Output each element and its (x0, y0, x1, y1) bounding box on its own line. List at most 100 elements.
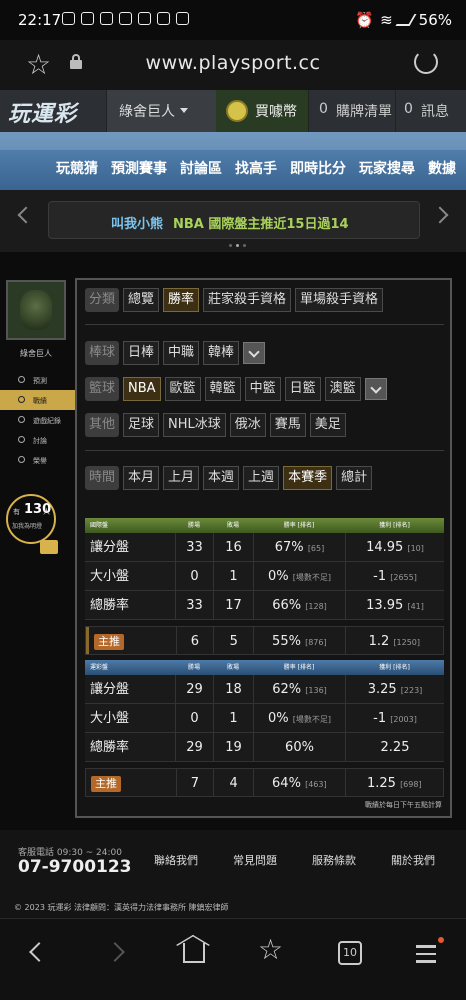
status-bar: 22:17 ⏰ ≋ 56% (0, 0, 466, 40)
forward-icon[interactable] (105, 942, 125, 962)
filter-kbo[interactable]: 韓棒 (203, 341, 240, 365)
table-row: 總勝率 29 19 60% 2.25 (85, 733, 444, 762)
back-icon[interactable] (29, 942, 49, 962)
sidebar-item-predict[interactable]: 預測 (0, 370, 76, 390)
filter-this-month[interactable]: 本月 (123, 466, 160, 490)
calc-note: 戰績於每日下午五點計算 (365, 801, 442, 809)
baseball-more-dropdown[interactable] (243, 342, 266, 364)
table-row: 讓分盤 29 18 62% [136] 3.25 [223] (85, 675, 444, 704)
filter-nbl[interactable]: 澳籃 (324, 377, 361, 401)
basketball-more-dropdown[interactable] (364, 378, 387, 400)
table-header: 國際盤 勝場 敗場 勝率 [排名] 獲利 [排名] (85, 518, 444, 533)
cart-button[interactable]: 0 購牌清單 (308, 90, 395, 132)
main-nav: 玩競猜 預測賽事 討論區 找高手 即時比分 玩家搜尋 數據 (0, 132, 466, 190)
filter-nfl[interactable]: 美足 (309, 413, 346, 437)
footer-link-faq[interactable]: 常見問題 (233, 852, 277, 868)
nav-item-experts[interactable]: 找高手 (235, 158, 277, 178)
site-logo[interactable]: 玩運彩 (8, 96, 77, 128)
filter-winrate[interactable]: 勝率 (163, 288, 200, 312)
buy-coin-button[interactable]: 買噱幣 (216, 90, 308, 132)
filter-overview[interactable]: 總覽 (123, 288, 160, 312)
footer-link-about[interactable]: 關於我們 (391, 852, 435, 868)
main-pick-badge: 主推 (94, 634, 124, 650)
signal-icon (395, 14, 417, 26)
announcement-text: NBA 國際盤主推近15日過14 (173, 217, 349, 232)
reload-icon[interactable] (414, 50, 438, 74)
stats-panel: 分類 總覽 勝率 莊家殺手資格 單場殺手資格 棒球 日棒 中職 韓棒 籃球 NB… (75, 278, 452, 818)
table-row: 大小盤 0 1 0% [場數不足] -1 [2003] (85, 704, 444, 733)
user-menu-button[interactable]: 綠舍巨人 (106, 90, 216, 132)
lock-icon (138, 12, 151, 25)
filter-total[interactable]: 總計 (336, 466, 373, 490)
cart-label: 購牌清單 (336, 104, 392, 120)
clock: 22:17 (18, 11, 62, 29)
sidebar-item-discuss[interactable]: 討論 (0, 430, 76, 450)
sidebar-item-honor[interactable]: 榮譽 (0, 450, 76, 470)
intl-stats-table: 國際盤 勝場 敗場 勝率 [排名] 獲利 [排名] 讓分盤 33 16 67% … (85, 518, 444, 655)
url-bar[interactable]: www.playsport.cc (0, 52, 466, 74)
filter-last-month[interactable]: 上月 (163, 466, 200, 490)
filter-label-basketball: 籃球 (85, 377, 119, 401)
main-pick-badge: 主推 (91, 776, 121, 792)
filter-euro-basketball[interactable]: 歐籃 (164, 377, 201, 401)
nav-item-live-score[interactable]: 即時比分 (290, 158, 346, 178)
copyright: © 2023 玩運彩 法律顧問：漢英得力法律事務所 陳鎮宏律師 (14, 903, 229, 912)
filter-cba[interactable]: 中籃 (244, 377, 281, 401)
home-icon[interactable] (183, 943, 205, 963)
cart-count: 0 (319, 101, 328, 117)
nav-item-forum[interactable]: 討論區 (180, 158, 222, 178)
sidebar-username: 綠舍巨人 (20, 349, 52, 358)
filter-khl[interactable]: 俄冰 (229, 413, 266, 437)
messages-button[interactable]: 0 訊息 (395, 90, 466, 132)
filter-label-category: 分類 (85, 288, 119, 312)
follow-label: 加我為明燈 (12, 523, 43, 530)
footer-link-contact[interactable]: 聯絡我們 (154, 852, 198, 868)
chevron-right-icon[interactable] (431, 206, 449, 224)
avatar[interactable] (6, 280, 66, 340)
sidebar-item-record[interactable]: 戰績 (0, 390, 76, 410)
filter-time: 時間 本月 上月 本週 上週 本賽季 總計 (85, 466, 373, 490)
filter-this-season[interactable]: 本賽季 (283, 466, 333, 490)
browser-bottom-nav: ☆ 10 (0, 918, 466, 1000)
nav-item-player-search[interactable]: 玩家搜尋 (359, 158, 415, 178)
filter-soccer[interactable]: 足球 (123, 413, 160, 437)
footer-link-terms[interactable]: 服務條款 (312, 852, 356, 868)
buy-coin-label: 買噱幣 (255, 104, 297, 120)
filter-last-week[interactable]: 上週 (243, 466, 280, 490)
carousel-dots (229, 244, 246, 247)
filter-banker-killer[interactable]: 莊家殺手資格 (203, 288, 292, 312)
notification-dot (438, 937, 444, 943)
table-row: 總勝率 33 17 66% [128] 13.95 [41] (85, 591, 444, 620)
service-phone[interactable]: 07-9700123 (18, 857, 132, 877)
menu-icon[interactable] (416, 945, 436, 968)
tabs-icon[interactable]: 10 (338, 941, 362, 965)
filter-single-killer[interactable]: 單場殺手資格 (295, 288, 384, 312)
sidebar-item-game-log[interactable]: 遊戲紀錄 (0, 410, 76, 430)
profile-content: 綠舍巨人 預測 戰績 遊戲紀錄 討論 榮譽 有 130 人 加我為明燈 分類 總… (0, 252, 466, 830)
filter-npb[interactable]: 日棒 (123, 341, 160, 365)
filter-cpbl[interactable]: 中職 (163, 341, 200, 365)
filter-horse-racing[interactable]: 賽馬 (269, 413, 306, 437)
nav-item-predict[interactable]: 預測賽事 (111, 158, 167, 178)
check-icon (157, 12, 170, 25)
filter-label-time: 時間 (85, 466, 119, 490)
sidebar-menu: 預測 戰績 遊戲紀錄 討論 榮譽 (0, 370, 76, 470)
filter-nhl[interactable]: NHL冰球 (163, 413, 226, 437)
filter-bleague[interactable]: 日籃 (284, 377, 321, 401)
filter-this-week[interactable]: 本週 (203, 466, 240, 490)
chevron-left-icon[interactable] (17, 206, 35, 224)
nav-item-play[interactable]: 玩競猜 (56, 158, 98, 178)
table-row: 大小盤 0 1 0% [場數不足] -1 [2655] (85, 562, 444, 591)
lightbulb-follow-badge[interactable]: 有 130 人 加我為明燈 (6, 494, 58, 554)
announcement-user: 叫我小熊 (111, 217, 164, 232)
filter-kbl[interactable]: 韓籃 (204, 377, 241, 401)
nav-item-data[interactable]: 數據 (428, 158, 456, 178)
local-stats-table: 運彩盤 勝場 敗場 勝率 [排名] 獲利 [排名] 讓分盤 29 18 62% … (85, 660, 444, 797)
bookmarks-icon[interactable]: ☆ (258, 933, 283, 966)
instagram-icon (62, 12, 75, 25)
chevron-down-icon (180, 108, 188, 113)
filter-nba[interactable]: NBA (123, 377, 161, 401)
main-pick-row: 主推 7 4 64% [463] 1.25 [698] (85, 768, 444, 797)
game-log-icon (18, 416, 25, 423)
announcement-banner[interactable]: 叫我小熊 NBA 國際盤主推近15日過14 (48, 201, 420, 239)
